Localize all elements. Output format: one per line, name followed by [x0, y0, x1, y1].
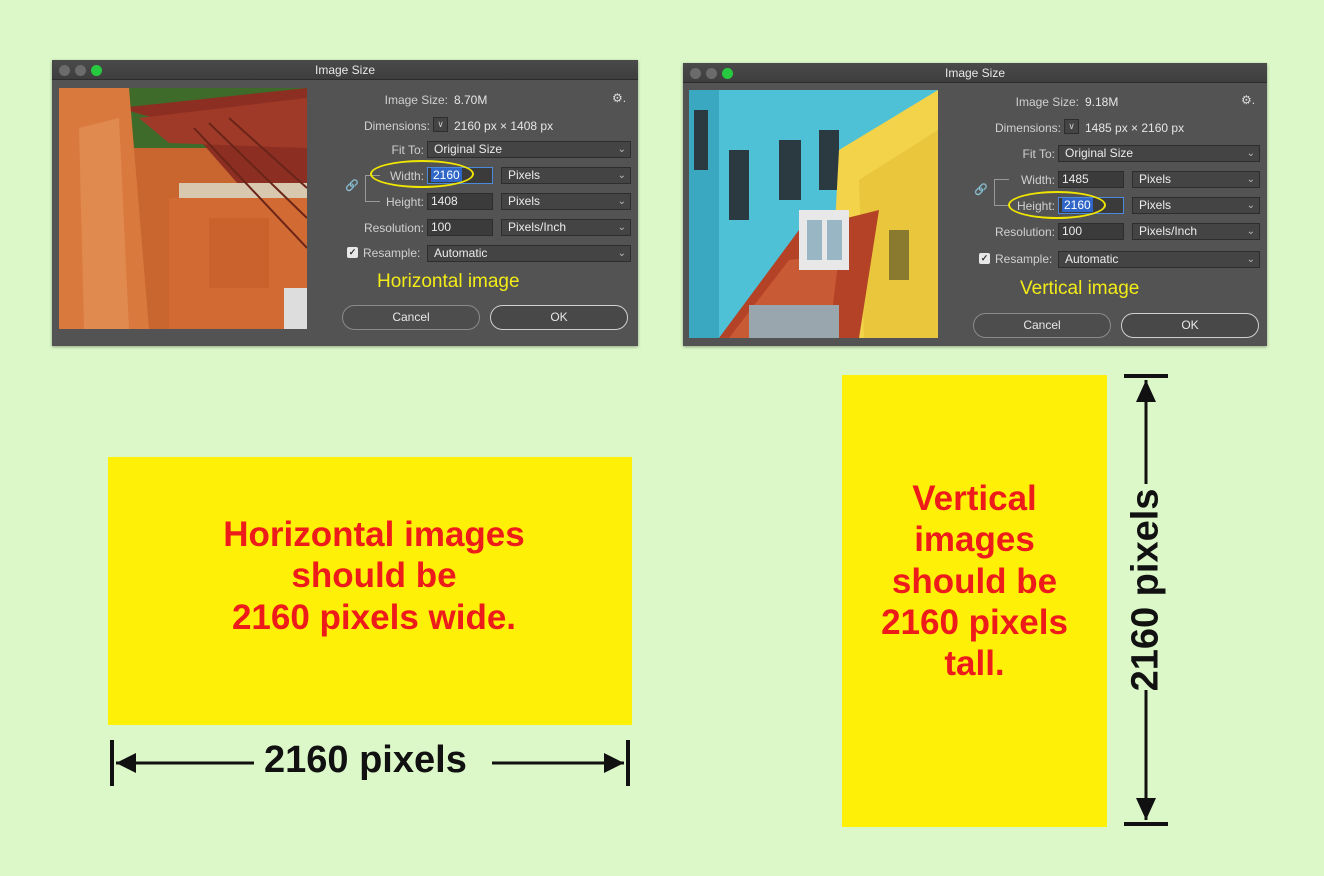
gear-icon[interactable]: ⚙. — [612, 91, 626, 105]
width-unit-select[interactable]: Pixels ⌄ — [501, 167, 631, 184]
resample-checkbox[interactable]: ✓ — [347, 247, 358, 258]
text-line: 2160 pixels — [881, 602, 1068, 642]
constrain-link-bottom — [365, 201, 380, 202]
ok-button[interactable]: OK — [490, 305, 628, 330]
height-input[interactable]: 1408 — [427, 193, 493, 210]
resolution-input[interactable]: 100 — [427, 219, 493, 236]
resample-value: Automatic — [1065, 252, 1119, 266]
text-line: Horizontal images — [223, 515, 525, 554]
dialog-title: Image Size — [314, 63, 376, 77]
fit-to-select[interactable]: Original Size ⌄ — [1058, 145, 1260, 162]
image-size-value: 8.70M — [454, 93, 488, 107]
height-label: Height: — [385, 195, 424, 209]
image-preview — [59, 88, 307, 329]
chain-link-icon[interactable]: 🔗 — [345, 179, 359, 192]
resolution-unit-select[interactable]: Pixels/Inch ⌄ — [501, 219, 631, 236]
image-size-dialog-vertical: Image Size Image Size: 9.18M ⚙. Dimensio… — [683, 63, 1267, 346]
resample-label: Resample: — [995, 252, 1053, 266]
title-bar: Image Size — [683, 63, 1267, 83]
dialog-caption: Horizontal image — [377, 271, 520, 292]
constrain-link-bracket — [994, 179, 995, 205]
height-value: 1408 — [431, 194, 458, 208]
fit-to-value: Original Size — [1065, 146, 1134, 160]
width-value: 1485 — [1062, 172, 1089, 186]
height-unit-value: Pixels — [508, 194, 541, 208]
dimensions-value: 2160 px × 1408 px — [454, 119, 554, 133]
image-size-label: Image Size: — [1015, 95, 1079, 109]
ok-button[interactable]: OK — [1121, 313, 1259, 338]
image-size-dialog-horizontal: Image Size Image Size: 8.70M ⚙. Dimensio… — [52, 60, 638, 346]
chevron-down-icon: ⌄ — [617, 196, 626, 207]
gear-icon[interactable]: ⚙. — [1241, 93, 1255, 107]
constrain-link-top — [994, 179, 1009, 180]
width-dimension-label: 2160 pixels — [264, 739, 467, 781]
constrain-link-bracket — [365, 175, 366, 201]
fit-to-label: Fit To: — [1022, 147, 1055, 161]
title-bar: Image Size — [52, 60, 638, 80]
resolution-unit-select[interactable]: Pixels/Inch ⌄ — [1132, 223, 1260, 240]
dimensions-label: Dimensions: — [363, 119, 430, 133]
resolution-value: 100 — [431, 220, 452, 234]
chevron-down-icon: ⌄ — [617, 144, 626, 155]
dimensions-label: Dimensions: — [994, 121, 1061, 135]
dialog-caption: Vertical image — [1020, 278, 1140, 299]
height-highlight-oval — [1008, 191, 1106, 219]
width-highlight-oval — [370, 160, 474, 188]
dimensions-dropdown[interactable]: ∨ — [1064, 119, 1079, 134]
dialog-title: Image Size — [944, 66, 1006, 80]
chevron-down-icon: ⌄ — [1246, 200, 1255, 211]
width-unit-value: Pixels — [508, 168, 541, 182]
image-size-value: 9.18M — [1085, 95, 1119, 109]
resolution-unit-value: Pixels/Inch — [1139, 224, 1198, 238]
dimensions-value: 1485 px × 2160 px — [1085, 121, 1185, 135]
horizontal-guideline-text: Horizontal images should be 2160 pixels … — [108, 514, 640, 638]
fit-to-value: Original Size — [434, 142, 503, 156]
resolution-input[interactable]: 100 — [1058, 223, 1124, 240]
resolution-label: Resolution: — [363, 221, 424, 235]
constrain-link-bottom — [994, 205, 1009, 206]
text-line: 2160 pixels wide. — [231, 597, 517, 637]
height-dimension-label: 2160 pixels — [1124, 488, 1167, 692]
resample-value: Automatic — [434, 246, 488, 260]
chain-link-icon[interactable]: 🔗 — [974, 183, 988, 196]
width-unit-select[interactable]: Pixels ⌄ — [1132, 171, 1260, 188]
chevron-down-icon: ⌄ — [617, 222, 626, 233]
resample-label: Resample: — [363, 246, 421, 260]
width-input[interactable]: 1485 — [1058, 171, 1124, 188]
dimensions-dropdown[interactable]: ∨ — [433, 117, 448, 132]
resolution-value: 100 — [1062, 224, 1083, 238]
image-preview — [689, 90, 938, 338]
chevron-down-icon: ⌄ — [1246, 226, 1255, 237]
chevron-down-icon: ⌄ — [617, 170, 626, 181]
resample-select[interactable]: Automatic ⌄ — [1058, 251, 1260, 268]
width-unit-value: Pixels — [1139, 172, 1172, 186]
horizontal-photo-thumbnail — [59, 88, 307, 329]
cancel-button[interactable]: Cancel — [342, 305, 480, 330]
text-line: should be — [891, 561, 1058, 601]
fit-to-select[interactable]: Original Size ⌄ — [427, 141, 631, 158]
height-unit-select[interactable]: Pixels ⌄ — [501, 193, 631, 210]
image-size-label: Image Size: — [384, 93, 448, 107]
vertical-photo-thumbnail — [689, 90, 938, 338]
text-line: Vertical — [912, 479, 1037, 518]
text-line: tall. — [944, 644, 1005, 684]
fit-to-label: Fit To: — [391, 143, 424, 157]
resample-select[interactable]: Automatic ⌄ — [427, 245, 631, 262]
height-unit-select[interactable]: Pixels ⌄ — [1132, 197, 1260, 214]
chevron-down-icon: ⌄ — [1246, 174, 1255, 185]
vertical-guideline-text: Vertical images should be 2160 pixels ta… — [842, 478, 1107, 684]
chevron-down-icon: ⌄ — [1246, 254, 1255, 265]
resolution-label: Resolution: — [994, 225, 1055, 239]
height-unit-value: Pixels — [1139, 198, 1172, 212]
resample-checkbox[interactable]: ✓ — [979, 253, 990, 264]
cancel-button[interactable]: Cancel — [973, 313, 1111, 338]
resolution-unit-value: Pixels/Inch — [508, 220, 567, 234]
text-line: should be — [291, 556, 457, 596]
chevron-down-icon: ⌄ — [1246, 148, 1255, 159]
chevron-down-icon: ⌄ — [617, 248, 626, 259]
text-line: images — [914, 520, 1035, 560]
width-label: Width: — [1020, 173, 1055, 187]
